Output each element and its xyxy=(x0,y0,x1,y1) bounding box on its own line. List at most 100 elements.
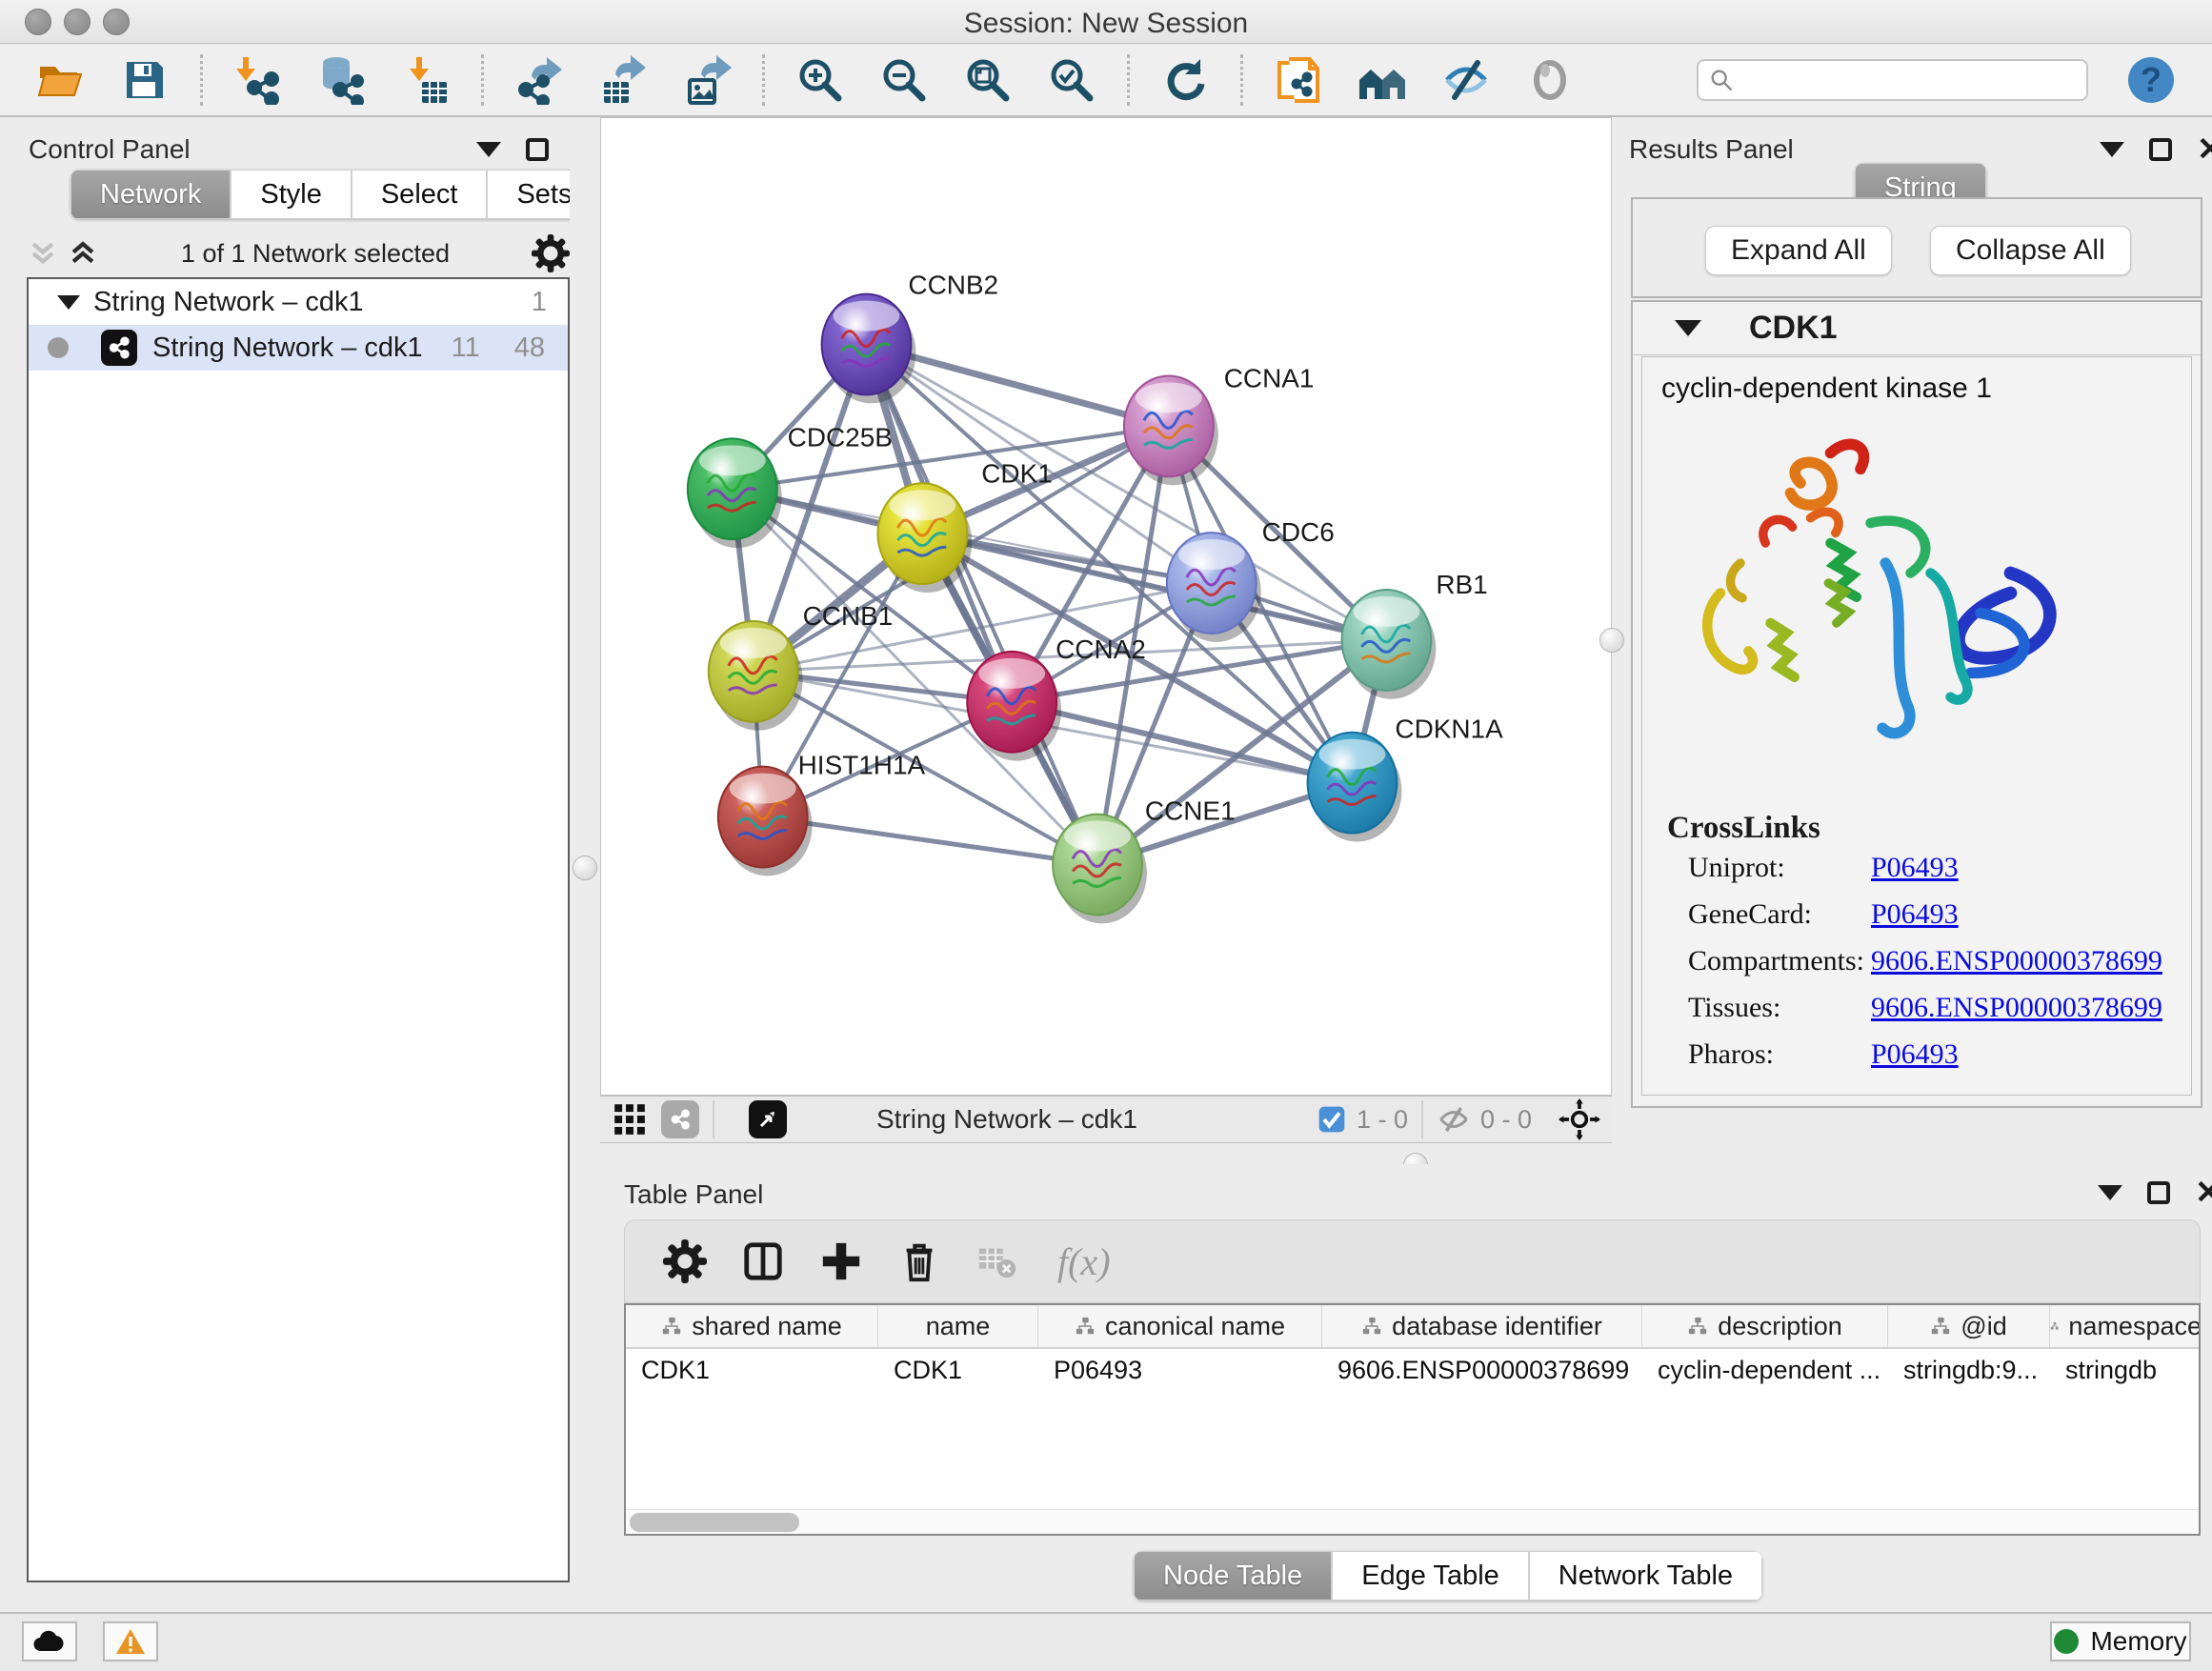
current-network-name: String Network – cdk1 xyxy=(876,1104,1137,1135)
zoom-in-icon[interactable] xyxy=(794,53,847,107)
export-table-icon[interactable] xyxy=(596,53,650,107)
crosslink-link[interactable]: 9606.ENSP00000378699 xyxy=(1871,945,2162,977)
crosslinks-title: CrossLinks xyxy=(1667,811,2191,846)
refresh-icon[interactable] xyxy=(1158,53,1212,107)
open-session-icon[interactable] xyxy=(34,53,88,107)
hidden-count: 0 - 0 xyxy=(1480,1105,1532,1135)
tab-network[interactable]: Network xyxy=(70,170,231,219)
network-status-bar: String Network – cdk1 1 - 0 0 - 0 xyxy=(600,1096,1612,1143)
network-node[interactable]: RB1 xyxy=(1342,570,1488,699)
table-horizontal-scrollbar[interactable] xyxy=(626,1509,2199,1534)
import-table-file-icon[interactable] xyxy=(399,53,452,107)
column-label: @id xyxy=(1961,1312,2006,1341)
network-node[interactable]: CDKN1A xyxy=(1308,715,1504,842)
network-edge[interactable] xyxy=(866,345,1097,865)
zoom-selected-icon[interactable] xyxy=(1045,53,1098,107)
table-tabs: Node Table Edge Table Network Table xyxy=(1134,1551,1762,1601)
float-panel-icon[interactable] xyxy=(526,138,549,161)
export-network-icon[interactable] xyxy=(513,53,566,107)
vertical-splitter[interactable] xyxy=(570,117,600,1612)
column-header[interactable]: shared name xyxy=(626,1305,878,1347)
warning-button[interactable] xyxy=(103,1621,158,1661)
zoom-out-icon[interactable] xyxy=(877,53,931,107)
splitter-grip[interactable] xyxy=(573,856,597,880)
first-neighbors-icon[interactable] xyxy=(1356,53,1409,107)
crosslink-row: Compartments:9606.ENSP00000378699 xyxy=(1688,945,2191,977)
import-network-database-icon[interactable] xyxy=(315,53,369,107)
fit-content-crosshair-icon[interactable] xyxy=(1558,1098,1600,1140)
tab-node-table[interactable]: Node Table xyxy=(1134,1551,1332,1601)
collapse-all-button[interactable]: Collapse All xyxy=(1930,226,2131,275)
table-body: CDK1CDK1P064939606.ENSP00000378699cyclin… xyxy=(626,1349,2199,1393)
close-panel-icon[interactable]: ✕ xyxy=(2197,138,2212,161)
selected-items-checkbox-icon[interactable] xyxy=(1317,1104,1347,1135)
column-header[interactable]: database identifier xyxy=(1322,1305,1642,1347)
tab-edge-table[interactable]: Edge Table xyxy=(1332,1551,1529,1601)
node-label: CCNB2 xyxy=(908,271,998,300)
table-settings-gear-icon[interactable] xyxy=(659,1236,711,1287)
delete-column-icon[interactable] xyxy=(894,1236,945,1287)
collection-expander-icon[interactable] xyxy=(57,295,80,310)
node-details-body: cyclin-dependent kinase 1 xyxy=(1641,356,2192,1096)
scrollbar-thumb[interactable] xyxy=(630,1513,799,1532)
clone-network-icon[interactable] xyxy=(1272,53,1325,107)
network-collection-row[interactable]: String Network – cdk1 1 xyxy=(29,279,568,325)
column-header[interactable]: description xyxy=(1642,1305,1888,1347)
network-options-gear-icon[interactable] xyxy=(532,234,570,272)
panel-menu-icon[interactable] xyxy=(2100,142,2124,157)
show-columns-icon[interactable] xyxy=(737,1236,789,1287)
crosslink-link[interactable]: P06493 xyxy=(1871,898,1959,931)
grid-view-icon[interactable] xyxy=(612,1101,648,1137)
network-node[interactable]: HIST1H1A xyxy=(718,751,926,876)
memory-button[interactable]: Memory xyxy=(2050,1621,2191,1661)
network-canvas[interactable]: CCNB2CCNA1CDC25BCDK1CDC6RB1CCNB1CCNA2CDK… xyxy=(600,117,1612,1096)
section-expander-icon[interactable] xyxy=(1675,320,1701,336)
network-edge[interactable] xyxy=(763,817,1097,865)
save-session-icon[interactable] xyxy=(118,53,171,107)
column-header[interactable]: namespace xyxy=(2050,1305,2201,1347)
network-row[interactable]: String Network – cdk1 11 48 xyxy=(29,325,568,371)
tab-style[interactable]: Style xyxy=(231,170,351,219)
node-section-header[interactable]: CDK1 xyxy=(1633,302,2201,355)
crosslink-link[interactable]: P06493 xyxy=(1871,852,1959,884)
network-node[interactable]: CCNA1 xyxy=(1124,363,1314,485)
column-header[interactable]: canonical name xyxy=(1038,1305,1322,1347)
network-share-view-icon[interactable] xyxy=(661,1100,699,1138)
panel-menu-icon[interactable] xyxy=(476,142,501,157)
expand-all-chevron-icon[interactable] xyxy=(67,237,99,270)
column-label: namespace xyxy=(2068,1312,2201,1341)
float-panel-icon[interactable] xyxy=(2149,138,2172,161)
panel-menu-icon[interactable] xyxy=(2098,1185,2122,1200)
column-label: canonical name xyxy=(1105,1312,1285,1341)
panel-splitter-grip[interactable] xyxy=(1599,628,1624,653)
column-header[interactable]: name xyxy=(878,1305,1038,1347)
export-image-icon[interactable] xyxy=(680,53,734,107)
column-header[interactable]: @id xyxy=(1888,1305,2050,1347)
hide-selected-icon[interactable] xyxy=(1439,53,1493,107)
column-tree-icon xyxy=(2050,1316,2059,1337)
table-row[interactable]: CDK1CDK1P064939606.ENSP00000378699cyclin… xyxy=(626,1349,2199,1393)
import-network-file-icon[interactable] xyxy=(231,53,285,107)
tab-network-table[interactable]: Network Table xyxy=(1529,1551,1762,1601)
close-panel-icon[interactable]: ✕ xyxy=(2195,1181,2212,1204)
birds-eye-view-icon[interactable] xyxy=(749,1100,787,1138)
network-node-count: 11 xyxy=(452,332,480,364)
table-panel: Table Panel ✕ f(x) shared na xyxy=(600,1164,2212,1612)
tab-select[interactable]: Select xyxy=(352,170,488,219)
expand-all-button[interactable]: Expand All xyxy=(1705,226,1892,275)
gene-name: CDK1 xyxy=(1749,310,1838,347)
float-panel-icon[interactable] xyxy=(2147,1181,2170,1204)
cloud-button[interactable] xyxy=(22,1621,77,1661)
crosslink-link[interactable]: P06493 xyxy=(1871,1038,1959,1071)
add-column-icon[interactable] xyxy=(815,1236,867,1287)
network-node[interactable]: CDC25B xyxy=(688,422,893,548)
help-icon[interactable]: ? xyxy=(2124,53,2178,107)
network-view-panel: CCNB2CCNA1CDC25BCDK1CDC6RB1CCNB1CCNA2CDK… xyxy=(600,117,1612,1164)
zoom-fit-icon[interactable] xyxy=(961,53,1015,107)
crosslink-link[interactable]: 9606.ENSP00000378699 xyxy=(1871,992,2162,1024)
show-all-icon[interactable] xyxy=(1523,53,1577,107)
network-node[interactable]: CCNE1 xyxy=(1053,796,1236,924)
collapse-all-chevron-icon[interactable] xyxy=(27,237,59,270)
node-label: CCNE1 xyxy=(1145,796,1236,826)
search-input[interactable] xyxy=(1735,65,2077,96)
